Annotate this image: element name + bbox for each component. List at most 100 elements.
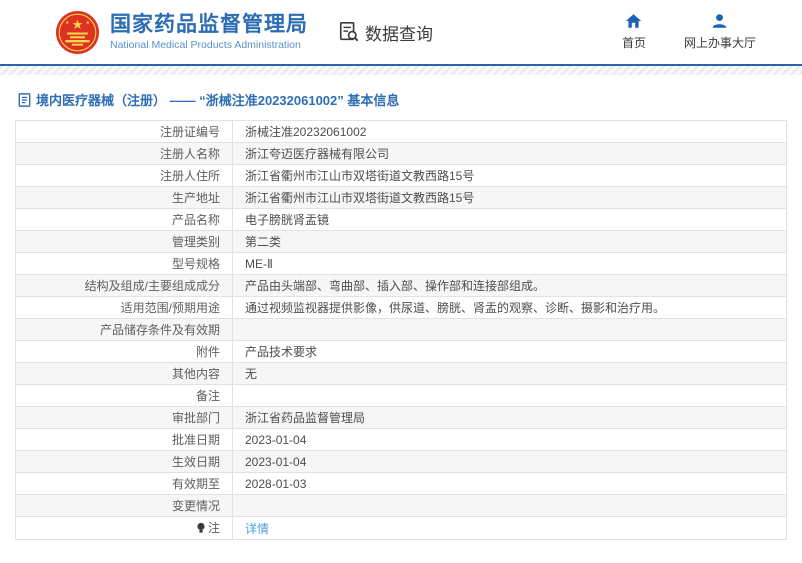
row-value: 浙江夸迈医疗器械有限公司 [232,142,787,165]
row-label-text: 有效期至 [171,477,220,491]
document-icon [18,92,31,107]
national-emblem-logo: ★ ★ ★ [55,10,100,54]
row-value: 第二类 [232,230,787,253]
table-row: 产品名称 电子膀胱肾盂镜 [15,208,787,231]
row-label-text: 备注 [195,389,220,403]
row-label: 注册证编号 [15,120,233,143]
row-label: 附件 [15,340,233,363]
row-label-text: 附件 [195,345,220,359]
row-label-text: 产品名称 [171,213,220,227]
row-value: 无 [232,362,787,385]
table-row: 其他内容 无 [15,362,787,385]
info-table-body: 注册证编号 浙械注准20232061002 注册人名称 浙江夸迈医疗器械有限公司… [15,120,787,540]
row-label-text: 注册人名称 [159,147,220,161]
org-name-en: National Medical Products Administration [110,39,301,51]
row-label: 产品储存条件及有效期 [15,318,233,341]
row-label-text: 审批部门 [171,411,220,425]
row-value: ME-Ⅱ [232,252,787,275]
row-value: 浙江省衢州市江山市双塔街道文教西路15号 [232,164,787,187]
table-row: 产品储存条件及有效期 [15,318,787,341]
table-row: 生产地址 浙江省衢州市江山市双塔街道文教西路15号 [15,186,787,209]
row-value: 2028-01-03 [232,472,787,495]
row-value: 产品由头端部、弯曲部、插入部、操作部和连接部组成。 [232,274,787,297]
row-label-text: 管理类别 [171,235,220,249]
row-label-text: 注册人住所 [159,169,220,183]
row-label-text: 生效日期 [171,455,220,469]
org-name-zh: 国家药品监督管理局 [110,13,308,36]
row-label: 生效日期 [15,450,233,473]
table-row: 生效日期 2023-01-04 [15,450,787,473]
row-label-text: 其他内容 [171,367,220,381]
registration-info-table: 注册证编号 浙械注准20232061002 注册人名称 浙江夸迈医疗器械有限公司… [15,120,787,540]
row-label: 适用范围/预期用途 [15,296,233,319]
row-label-text: 生产地址 [171,191,220,205]
row-value: 浙械注准20232061002 [232,120,787,143]
row-value: 产品技术要求 [232,340,787,363]
row-label-text: 批准日期 [171,433,220,447]
svg-text:★: ★ [72,16,84,31]
row-value: 2023-01-04 [232,450,787,473]
row-value [232,318,787,341]
table-row: 注册人住所 浙江省衢州市江山市双塔街道文教西路15号 [15,164,787,187]
detail-link[interactable]: 详情 [245,522,269,536]
row-label-text: 产品储存条件及有效期 [99,323,220,337]
row-label: 注册人名称 [15,142,233,165]
row-label-text: 注册证编号 [159,125,220,139]
row-label: 生产地址 [15,186,233,209]
site-header: ★ ★ ★ 国家药品监督管理局 National Medical Product… [0,0,802,66]
table-row: 变更情况 [15,494,787,517]
row-value: 浙江省衢州市江山市双塔街道文教西路15号 [232,186,787,209]
page-title: 境内医疗器械（注册） —— “浙械注准20232061002” 基本信息 [36,93,400,108]
home-icon [626,14,642,28]
table-row: 备注 [15,384,787,407]
row-label: 注 [15,516,233,540]
org-title-block: 国家药品监督管理局 National Medical Products Admi… [110,13,308,51]
table-row: 附件 产品技术要求 [15,340,787,363]
nav-online-hall-label: 网上办事大厅 [683,36,756,50]
nav-home[interactable]: 首页 [622,13,646,51]
row-label-text: 变更情况 [171,499,220,513]
row-label: 注册人住所 [15,164,233,187]
table-row: 注 详情 [15,516,787,540]
row-label: 型号规格 [15,252,233,275]
row-label: 变更情况 [15,494,233,517]
row-label: 有效期至 [15,472,233,495]
row-label: 管理类别 [15,230,233,253]
table-row: 管理类别 第二类 [15,230,787,253]
data-query-nav[interactable]: 数据查询 [338,20,433,45]
row-label: 产品名称 [15,208,233,231]
row-value: 电子膀胱肾盂镜 [232,208,787,231]
row-label: 审批部门 [15,406,233,429]
table-row: 型号规格 ME-Ⅱ [15,252,787,275]
row-value [232,494,787,517]
person-icon [713,14,727,28]
top-nav: 首页 网上办事大厅 [622,13,756,51]
row-label-text: 结构及组成/主要组成成分 [84,279,220,293]
table-row: 结构及组成/主要组成成分 产品由头端部、弯曲部、插入部、操作部和连接部组成。 [15,274,787,297]
page-title-bar: 境内医疗器械（注册） —— “浙械注准20232061002” 基本信息 [0,75,802,120]
table-row: 有效期至 2028-01-03 [15,472,787,495]
data-search-icon [339,22,359,42]
row-value: 通过视频监视器提供影像，供尿道、膀胱、肾盂的观察、诊断、摄影和治疗用。 [232,296,787,319]
nav-online-hall[interactable]: 网上办事大厅 [684,13,756,51]
nav-home-label: 首页 [621,36,646,50]
row-value: 浙江省药品监督管理局 [232,406,787,429]
table-row: 批准日期 2023-01-04 [15,428,787,451]
row-label-text: 适用范围/预期用途 [120,301,220,315]
table-row: 适用范围/预期用途 通过视频监视器提供影像，供尿道、膀胱、肾盂的观察、诊断、摄影… [15,296,787,319]
svg-text:★: ★ [86,20,90,25]
note-bulb-icon [196,522,206,537]
header-hatch-divider [0,66,802,75]
table-row: 注册证编号 浙械注准20232061002 [15,120,787,143]
row-label-text: 注 [207,521,220,535]
row-label: 结构及组成/主要组成成分 [15,274,233,297]
row-value: 2023-01-04 [232,428,787,451]
registration-info-panel: 注册证编号 浙械注准20232061002 注册人名称 浙江夸迈医疗器械有限公司… [15,120,787,540]
row-label: 其他内容 [15,362,233,385]
table-row: 审批部门 浙江省药品监督管理局 [15,406,787,429]
row-value: 详情 [232,516,787,540]
row-label: 备注 [15,384,233,407]
svg-text:★: ★ [65,20,69,25]
table-row: 注册人名称 浙江夸迈医疗器械有限公司 [15,142,787,165]
row-value [232,384,787,407]
